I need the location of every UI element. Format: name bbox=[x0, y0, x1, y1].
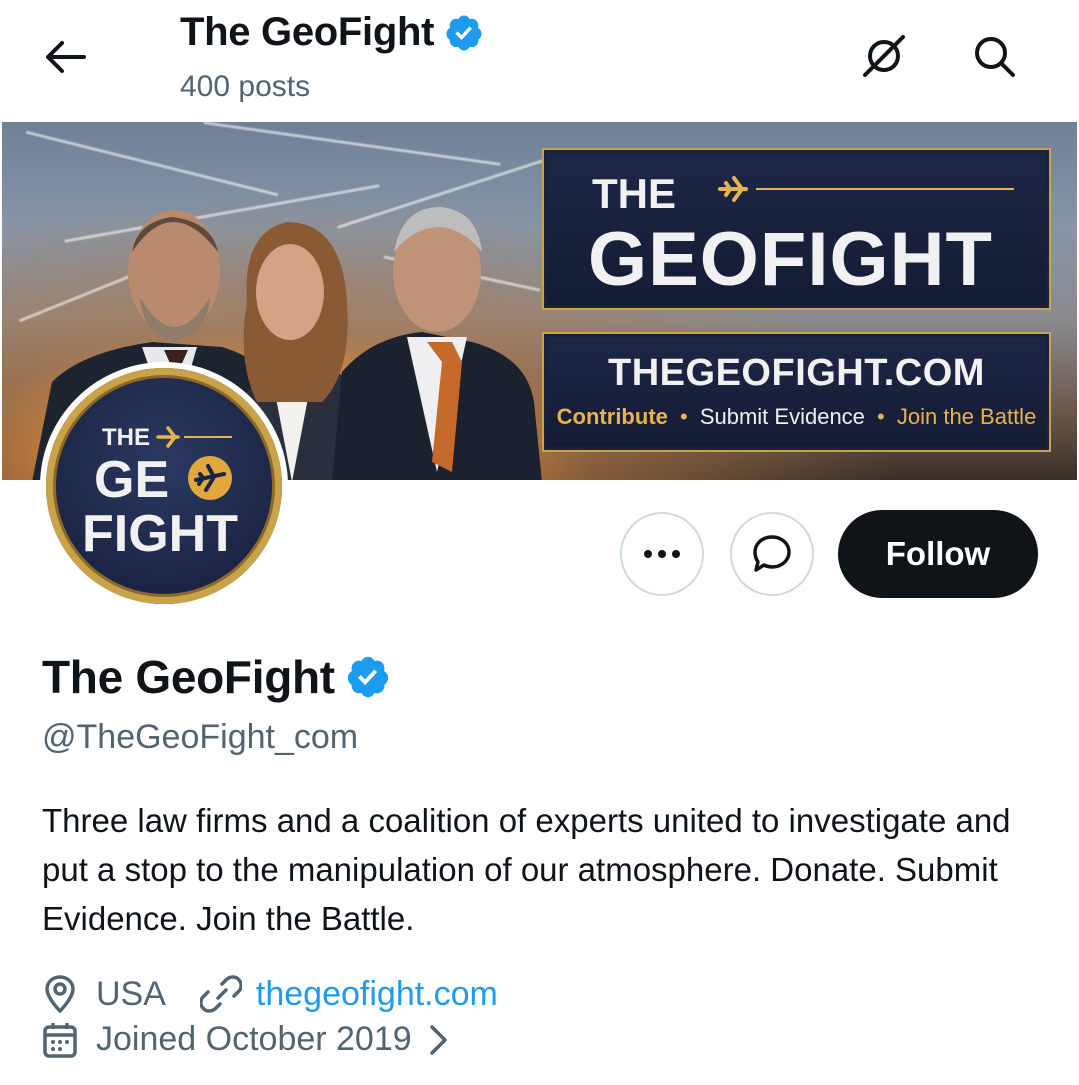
search-button[interactable] bbox=[968, 30, 1020, 82]
chevron-right-icon[interactable] bbox=[428, 1023, 450, 1057]
profile-location: USA bbox=[96, 974, 166, 1013]
banner-logo-geofight: GEOFIGHT bbox=[588, 217, 993, 302]
search-icon bbox=[975, 37, 1015, 77]
plane-line-icon bbox=[718, 176, 1014, 202]
tagline-submit: Submit Evidence bbox=[699, 404, 865, 429]
avatar-ge: GE bbox=[94, 451, 170, 509]
tagline-join: Join the Battle bbox=[896, 404, 1037, 429]
post-count: 400 posts bbox=[180, 70, 311, 103]
plane-badge-icon bbox=[188, 456, 232, 500]
profile-name-text: The GeoFight bbox=[42, 651, 335, 703]
tagline-sep-2: • bbox=[877, 404, 885, 429]
location-icon bbox=[45, 975, 75, 1013]
banner-logo-panel: THE GEOFIGHT bbox=[542, 148, 1051, 310]
profile-name: The GeoFight bbox=[42, 650, 391, 704]
verified-badge-icon[interactable] bbox=[345, 654, 391, 700]
notifications-button[interactable] bbox=[858, 30, 910, 82]
profile-meta-row-1: USA thegeofight.com bbox=[42, 974, 498, 1014]
tagline-contribute: Contribute bbox=[556, 404, 668, 429]
header-title-text: The GeoFight bbox=[180, 10, 435, 54]
message-button[interactable] bbox=[730, 512, 814, 596]
no-notifications-icon bbox=[863, 35, 905, 77]
calendar-icon bbox=[43, 1022, 77, 1058]
header-title: The GeoFight bbox=[180, 10, 484, 55]
avatar-fight: FIGHT bbox=[82, 505, 238, 563]
banner-tagline: Contribute • Submit Evidence • Join the … bbox=[544, 404, 1049, 430]
link-icon bbox=[199, 975, 242, 1013]
verified-badge-icon bbox=[446, 15, 482, 50]
tagline-sep-1: • bbox=[680, 404, 688, 429]
banner-website-panel: THEGEOFIGHT.COM Contribute • Submit Evid… bbox=[542, 332, 1051, 452]
profile-joined: Joined October 2019 bbox=[96, 1020, 412, 1058]
banner-logo-the: THE bbox=[592, 170, 676, 217]
back-button[interactable] bbox=[40, 34, 90, 80]
more-button[interactable] bbox=[620, 512, 704, 596]
more-icon bbox=[644, 550, 680, 558]
avatar-the: THE bbox=[102, 424, 150, 451]
profile-meta-row-2: Joined October 2019 bbox=[42, 1020, 450, 1059]
plane-line-icon bbox=[156, 426, 232, 448]
profile-bio: Three law firms and a coalition of exper… bbox=[42, 802, 1011, 937]
profile-website-link[interactable]: thegeofight.com bbox=[256, 975, 498, 1014]
follow-button[interactable]: Follow bbox=[838, 510, 1038, 598]
avatar[interactable]: THE GE FIGHT bbox=[40, 362, 288, 610]
message-icon bbox=[753, 535, 791, 572]
avatar-logo: THE GE FIGHT bbox=[46, 368, 282, 604]
banner-website: THEGEOFIGHT.COM bbox=[608, 352, 985, 394]
back-arrow-icon bbox=[46, 41, 86, 73]
profile-handle: @TheGeoFight_com bbox=[42, 718, 359, 756]
